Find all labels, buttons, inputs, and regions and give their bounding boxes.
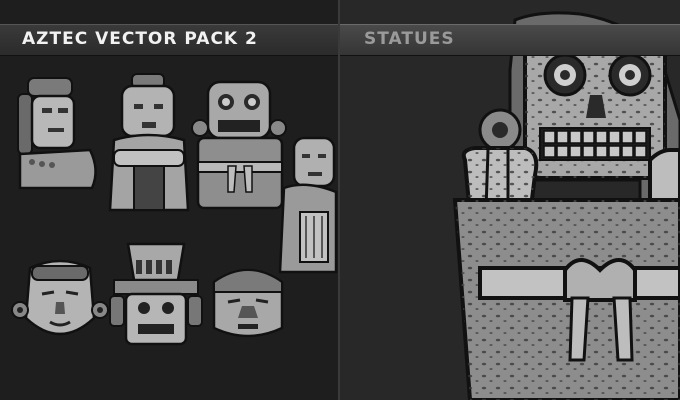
mask-with-earrings [11,259,109,336]
promo-canvas: AZTEC VECTOR PACK 2 STATUES [0,0,680,400]
crouching-figure-statue [108,73,190,212]
title-banner: AZTEC VECTOR PACK 2 [0,24,338,56]
seated-warrior-statue [17,77,97,190]
kneeling-woman-statue [278,136,338,274]
skull-deity-statue [191,80,287,210]
subtitle-banner: STATUES [340,24,680,56]
olmec-head-statue [212,268,284,338]
page-title: AZTEC VECTOR PACK 2 [22,29,258,49]
large-skull-deity-statue [452,11,680,400]
category-label: STATUES [364,29,455,49]
tlaloc-headdress-statue [109,242,203,346]
